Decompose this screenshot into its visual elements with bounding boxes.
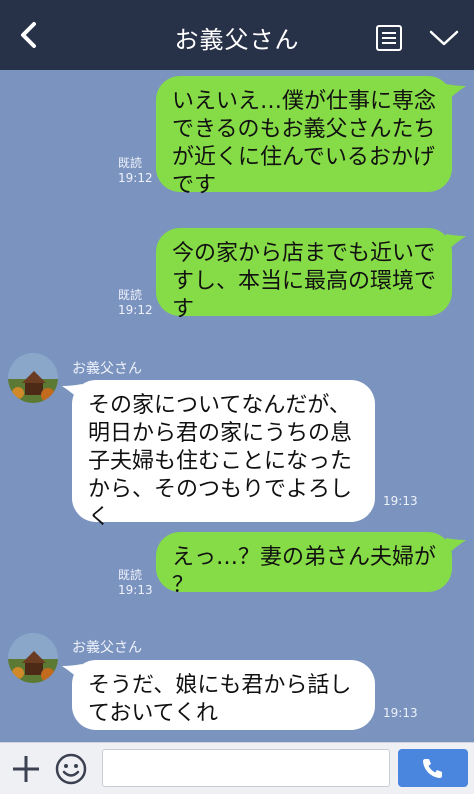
smile-icon[interactable] (54, 752, 88, 786)
message-composer (0, 742, 474, 794)
chat-header: お義父さん (0, 0, 474, 70)
bubble-tail (446, 538, 466, 556)
plus-icon[interactable] (10, 753, 42, 785)
sender-avatar[interactable] (8, 633, 58, 683)
read-label: 既読 (118, 288, 143, 302)
bubble-tail (446, 84, 466, 102)
read-label: 既読 (118, 568, 143, 582)
message-time: 19:12 (118, 303, 153, 317)
call-button[interactable] (398, 749, 468, 787)
their-message-bubble[interactable]: そうだ、娘にも君から話し ておいてくれ (72, 660, 375, 730)
avatar-image (8, 353, 58, 403)
chat-area[interactable]: いえいえ…僕が仕事に専念 できるのもお義父さんたち が近くに住んでいるおかげ で… (0, 70, 474, 742)
my-message-bubble[interactable]: 今の家から店までも近いで すし、本当に最高の環境で す (156, 228, 452, 322)
phone-icon (423, 759, 442, 778)
message-time: 19:13 (118, 583, 153, 597)
bubble-tail (446, 234, 466, 252)
my-message-bubble[interactable]: いえいえ…僕が仕事に専念 できるのもお義父さんたち が近くに住んでいるおかげ で… (156, 76, 452, 198)
sender-name: お義父さん (72, 361, 142, 377)
message-time: 19:13 (383, 494, 418, 508)
read-status: 既読 19:12 (118, 156, 153, 186)
notes-menu-icon[interactable] (375, 24, 403, 52)
sender-name: お義父さん (72, 640, 142, 656)
message-input[interactable] (102, 749, 390, 787)
read-status: 既読 19:13 (118, 568, 153, 598)
my-message-bubble[interactable]: えっ…？妻の弟さん夫婦が ？ (156, 532, 452, 598)
message-time: 19:12 (118, 171, 153, 185)
avatar-image (8, 633, 58, 683)
read-status: 既読 19:12 (118, 288, 153, 318)
read-label: 既読 (118, 156, 143, 170)
message-time: 19:13 (383, 706, 418, 720)
sender-avatar[interactable] (8, 353, 58, 403)
their-message-bubble[interactable]: その家についてなんだが、 明日から君の家にうちの息 子夫婦も住むことになった か… (72, 380, 375, 530)
chevron-down-icon[interactable] (428, 28, 460, 48)
